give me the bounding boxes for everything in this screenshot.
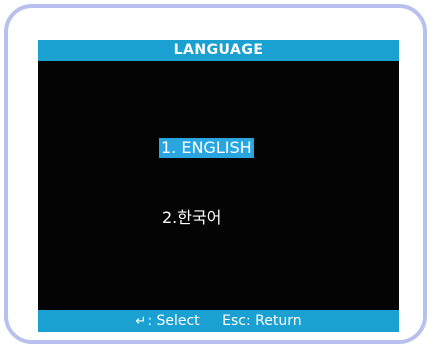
status-bar: ↵: Select Esc: Return xyxy=(38,310,399,332)
device-screen: LANGUAGE 1. ENGLISH 2.한국어 ↵: Select Esc:… xyxy=(38,40,399,332)
enter-key-icon: ↵ xyxy=(135,314,147,329)
select-hint: ↵: Select xyxy=(135,310,199,332)
return-hint: Esc: Return xyxy=(222,313,302,329)
menu-item-korean[interactable]: 2.한국어 xyxy=(162,208,221,228)
page-title: LANGUAGE xyxy=(38,40,399,61)
menu-item-english[interactable]: 1. ENGLISH xyxy=(159,138,254,158)
select-hint-label: : Select xyxy=(147,313,200,329)
menu-item-label: 2.한국어 xyxy=(162,208,222,227)
menu-item-label: 1. ENGLISH xyxy=(161,138,252,157)
